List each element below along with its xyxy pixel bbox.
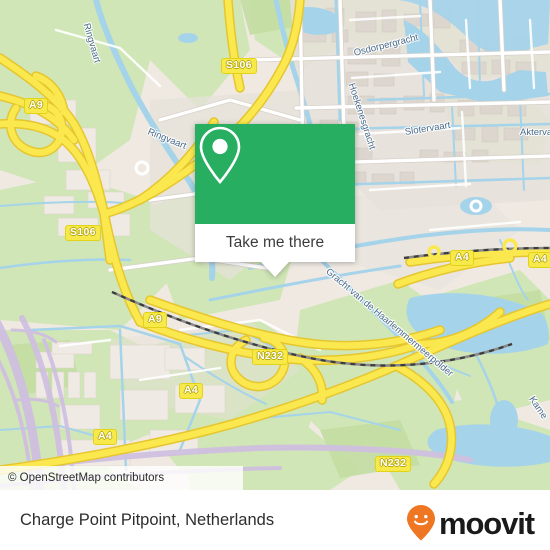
map-canvas[interactable]: Ringvaart Ringvaart Osdorpergracht Hoekenes… bbox=[0, 0, 550, 490]
road-shield: S106 bbox=[65, 225, 101, 241]
road-shield: A4 bbox=[450, 250, 475, 266]
location-popup[interactable]: Take me there bbox=[195, 124, 355, 277]
popup-pointer-tail bbox=[261, 262, 289, 277]
page-title: Charge Point Pitpoint, Netherlands bbox=[20, 510, 275, 529]
road-shield: S106 bbox=[221, 58, 257, 74]
map-attribution[interactable]: © OpenStreetMap contributors bbox=[0, 466, 243, 490]
road-shield: N232 bbox=[375, 456, 412, 472]
road-shield: A4 bbox=[93, 429, 118, 445]
road-shield: A9 bbox=[24, 98, 49, 114]
popup-action-bar[interactable]: Take me there bbox=[195, 224, 355, 262]
moovit-map-page: Ringvaart Ringvaart Osdorpergracht Hoekenes… bbox=[0, 0, 550, 550]
moovit-wordmark: moovit bbox=[438, 505, 535, 541]
take-me-there-label: Take me there bbox=[225, 234, 325, 251]
road-shield: A4 bbox=[179, 383, 204, 399]
moovit-pin-icon bbox=[406, 505, 435, 541]
map-pin-icon bbox=[199, 126, 241, 184]
attribution-text: © OpenStreetMap contributors bbox=[8, 472, 165, 484]
popup-header bbox=[195, 124, 355, 224]
road-shield: A4 bbox=[528, 252, 550, 268]
page-footer: Charge Point Pitpoint, Netherlands moovi… bbox=[0, 490, 550, 550]
road-shield: N232 bbox=[252, 349, 289, 365]
moovit-logo[interactable]: moovit bbox=[406, 504, 535, 542]
road-shield: A9 bbox=[143, 312, 168, 328]
